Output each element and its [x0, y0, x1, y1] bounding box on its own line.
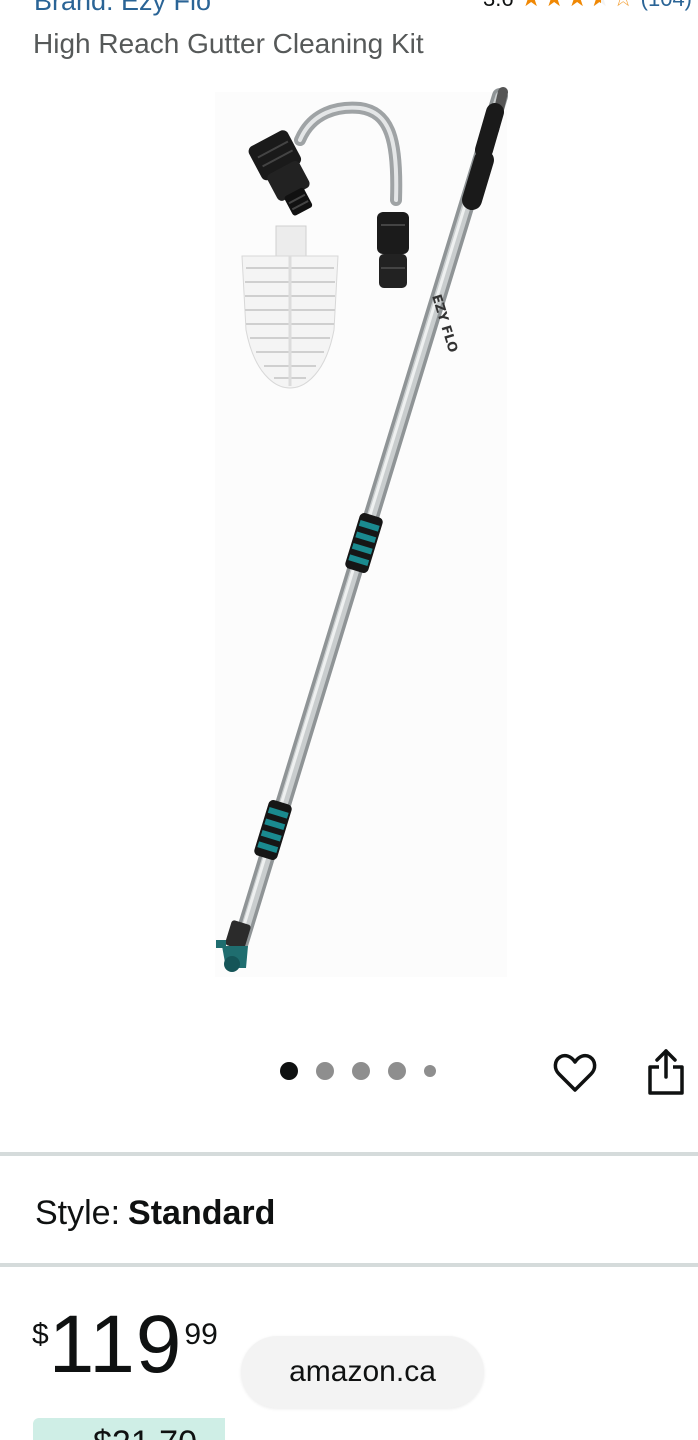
browser-domain-pill[interactable]: amazon.ca: [241, 1336, 484, 1408]
price-fraction: 99: [184, 1318, 218, 1351]
image-carousel-indicator[interactable]: [280, 1062, 436, 1080]
pole-top-grip: [475, 103, 504, 159]
carousel-dot[interactable]: [424, 1065, 436, 1077]
style-label: Style:: [35, 1194, 121, 1232]
price-whole: 119: [48, 1299, 183, 1390]
style-value: Standard: [128, 1194, 276, 1232]
pole-lower-grip: [254, 800, 292, 860]
heart-outline-icon[interactable]: [551, 1049, 599, 1097]
gooseneck-highlight: [298, 105, 399, 202]
share-icon[interactable]: [645, 1047, 687, 1097]
gooseneck-connector: [248, 130, 313, 216]
style-selector[interactable]: Style: Standard: [35, 1194, 275, 1233]
product-price: $ 119 99: [32, 1304, 218, 1386]
product-image[interactable]: EZY FLO: [0, 0, 698, 1000]
carousel-dot[interactable]: [352, 1062, 370, 1080]
pole-mid-grip: [345, 513, 383, 573]
gutter-brush: [241, 225, 339, 389]
section-divider: [0, 1263, 698, 1267]
partial-price-row: $21.70: [93, 1424, 197, 1440]
price-currency-symbol: $: [32, 1318, 49, 1351]
carousel-dot[interactable]: [388, 1062, 406, 1080]
carousel-dot-active[interactable]: [280, 1062, 298, 1080]
gooseneck-right-connector: [377, 212, 409, 254]
carousel-dot[interactable]: [316, 1062, 334, 1080]
section-divider: [0, 1152, 698, 1156]
